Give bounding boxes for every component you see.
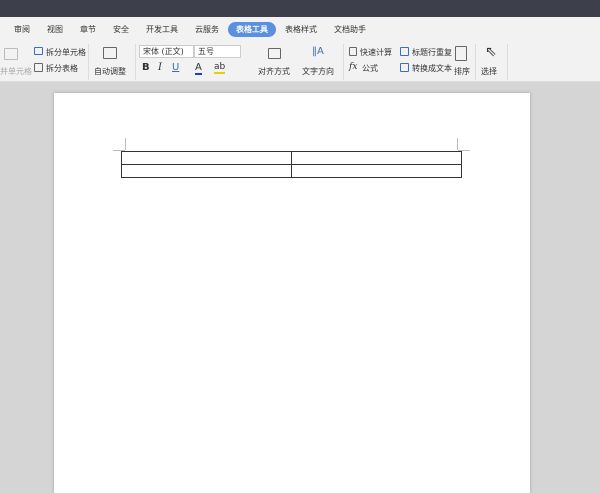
align-button[interactable]: 对齐方式 [258, 66, 290, 77]
italic-button[interactable]: I [158, 62, 162, 73]
sort-icon [455, 46, 467, 61]
tab-cloud[interactable]: 云服务 [187, 22, 227, 37]
font-family-select[interactable]: 宋体 (正文) [139, 45, 194, 58]
repeat-header-icon [400, 47, 409, 56]
font-color-button[interactable]: A [195, 62, 202, 75]
convert-to-text-button[interactable]: 转换成文本 [412, 63, 452, 74]
split-table-icon [34, 63, 43, 72]
tab-view[interactable]: 视图 [39, 22, 71, 37]
text-direction-button[interactable]: 文字方向 [302, 66, 334, 77]
formula-button[interactable]: 公式 [362, 63, 378, 74]
tab-security[interactable]: 安全 [105, 22, 137, 37]
highlight-button[interactable]: ab [214, 62, 226, 74]
tab-section[interactable]: 章节 [72, 22, 104, 37]
table-row [121, 151, 462, 165]
font-size-select[interactable]: 五号 [194, 45, 241, 58]
tab-table-style[interactable]: 表格样式 [277, 22, 325, 37]
table-cell[interactable] [291, 164, 462, 178]
align-icon [268, 48, 281, 59]
title-bar [0, 0, 600, 17]
cursor-icon: ⇖ [485, 44, 497, 60]
auto-adjust-button[interactable]: 自动调整 [94, 66, 126, 77]
merge-cells-icon [4, 48, 18, 60]
formula-icon: fx [349, 62, 358, 72]
table-cell[interactable] [121, 151, 292, 165]
tab-developer[interactable]: 开发工具 [138, 22, 186, 37]
document-table[interactable] [121, 151, 462, 178]
split-cell-icon [34, 47, 43, 55]
tab-table-tools[interactable]: 表格工具 [228, 21, 276, 37]
select-button[interactable]: 选择 [481, 66, 497, 77]
table-cell[interactable] [121, 164, 292, 178]
document-page[interactable] [54, 93, 530, 493]
bold-button[interactable]: B [142, 62, 150, 73]
ribbon: 并单元格 拆分单元格 拆分表格 自动调整 宋体 (正文) 五号 B I U A … [0, 41, 600, 82]
merge-cells-button[interactable]: 并单元格 [0, 66, 32, 77]
split-table-button[interactable]: 拆分表格 [46, 63, 78, 74]
auto-adjust-icon [103, 47, 117, 59]
split-cell-button[interactable]: 拆分单元格 [46, 47, 86, 58]
table-cell[interactable] [291, 151, 462, 165]
text-direction-icon: ‖A [312, 46, 324, 57]
sort-button[interactable]: 排序 [454, 66, 470, 77]
quick-calc-button[interactable]: 快速计算 [360, 47, 392, 58]
ribbon-tabs: 审阅 视图 章节 安全 开发工具 云服务 表格工具 表格样式 文档助手 [0, 17, 600, 41]
table-row [121, 164, 462, 178]
tab-review[interactable]: 审阅 [6, 22, 38, 37]
repeat-header-button[interactable]: 标题行重复 [412, 47, 452, 58]
calculator-icon [349, 47, 357, 56]
tab-doc-assistant[interactable]: 文档助手 [326, 22, 374, 37]
underline-button[interactable]: U [172, 62, 179, 73]
convert-text-icon [400, 63, 409, 72]
